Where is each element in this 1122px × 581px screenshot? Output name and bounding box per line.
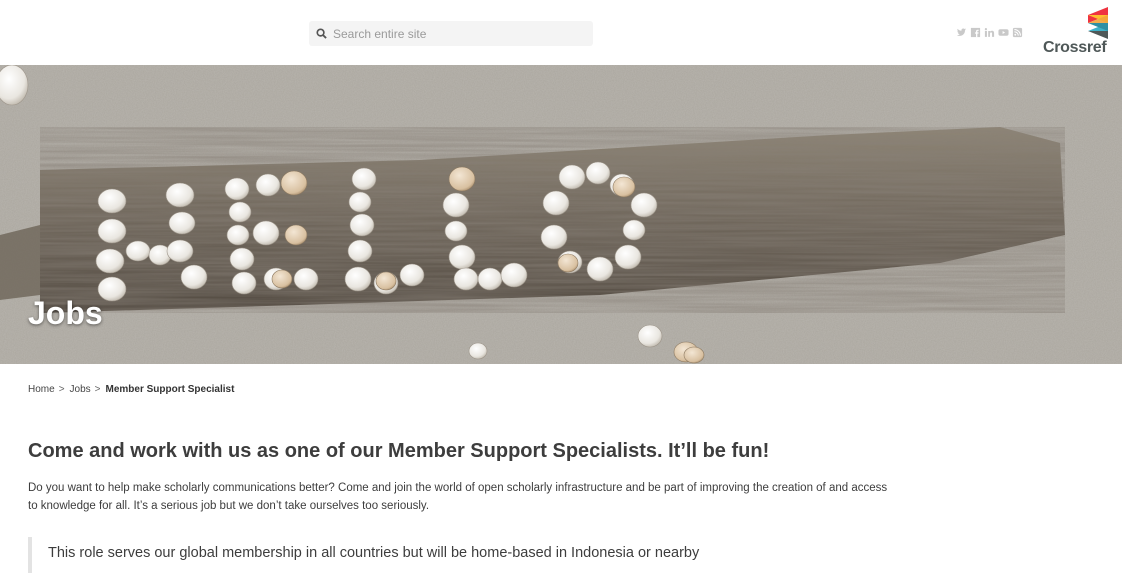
search-box[interactable] (309, 21, 593, 46)
breadcrumb-separator: > (58, 384, 65, 395)
rss-icon[interactable] (1012, 27, 1023, 38)
search-icon (316, 28, 327, 39)
location-note: This role serves our global membership i… (28, 537, 888, 573)
youtube-icon[interactable] (998, 27, 1009, 38)
hero-photo (0, 65, 1122, 364)
lead-heading: Come and work with us as one of our Memb… (28, 440, 769, 463)
crossref-wordmark: Crossref (1043, 39, 1107, 56)
breadcrumb-home-link[interactable]: Home (28, 384, 55, 395)
lead-suffix: . It’ll be fun! (657, 440, 770, 462)
breadcrumb-current: Member Support Specialist (105, 384, 235, 395)
hero-banner: Jobs (0, 65, 1122, 364)
lead-strong: Member Support Specialists (388, 440, 658, 462)
intro-paragraph: Do you want to help make scholarly commu… (28, 482, 888, 512)
linkedin-icon[interactable] (984, 27, 995, 38)
search-input[interactable] (333, 26, 583, 41)
crossref-logo[interactable]: Crossref (1040, 6, 1120, 58)
breadcrumb: Home > Jobs > Member Support Specialist (28, 384, 234, 395)
page-title: Jobs (28, 295, 103, 331)
crossref-logo-mark (1088, 7, 1108, 39)
site-header: Crossref (0, 0, 1122, 65)
breadcrumb-separator: > (94, 384, 101, 395)
lead-prefix: Come and work with us as one of our (28, 440, 389, 462)
facebook-icon[interactable] (970, 27, 981, 38)
breadcrumb-jobs-link[interactable]: Jobs (70, 384, 91, 395)
social-links (956, 27, 1023, 38)
twitter-icon[interactable] (956, 27, 967, 38)
